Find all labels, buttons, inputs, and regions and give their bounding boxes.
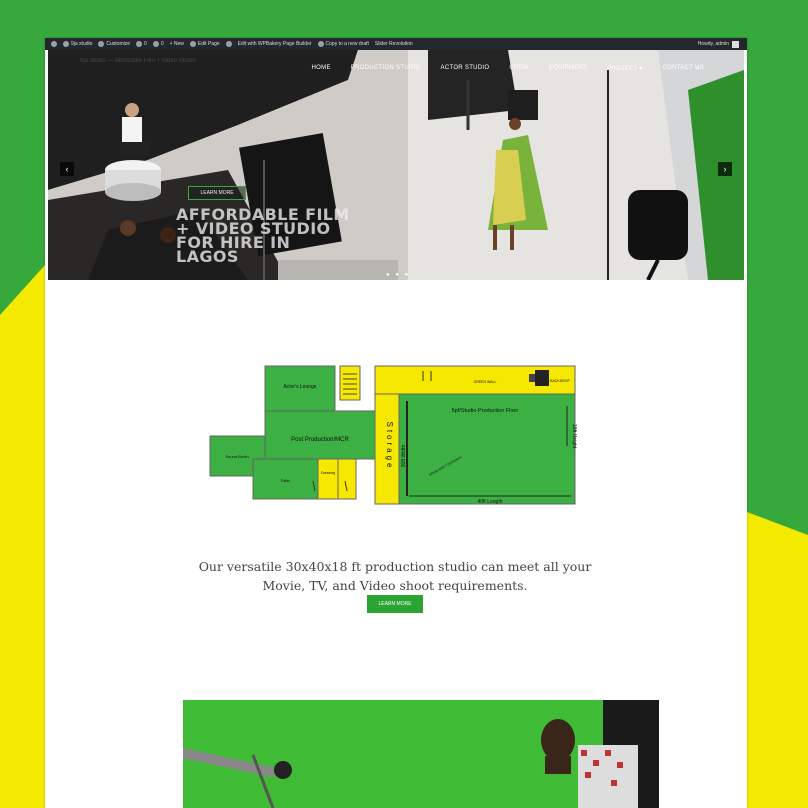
menu-item-home[interactable]: HOME (312, 65, 331, 72)
menu-item-equipment[interactable]: EQUIPMENT (549, 65, 587, 72)
admin-bar-new[interactable]: + New (170, 41, 184, 47)
hero-title: AFFORDABLE FILM + VIDEO STUDIO FOR HIRE … (176, 205, 350, 266)
admin-bar-customize[interactable]: Customize (98, 41, 130, 47)
chevron-left-icon: ‹ (65, 164, 69, 174)
brush-icon (98, 41, 105, 47)
admin-bar-edit-page[interactable]: Edit Page (189, 41, 220, 47)
avatar (732, 40, 739, 48)
floor-plan: Actor's Lounge Post Production/MCR Sound… (195, 346, 587, 516)
plan-label-length: 40ft Length (477, 499, 502, 505)
slider-dots[interactable]: ● ● ● (386, 272, 410, 278)
plan-label-lounge: Actor's Lounge (283, 384, 316, 390)
plan-label-storage: Storage (385, 421, 394, 470)
plan-label-dressing: Dressing (321, 471, 335, 475)
copy-icon (317, 41, 324, 47)
home-icon (63, 41, 69, 47)
plan-stairs (339, 365, 361, 401)
admin-bar-updates[interactable]: 0 (136, 41, 147, 47)
gear-icon (225, 41, 232, 47)
plan-label-green-wall: GREEN WALL (474, 380, 497, 384)
menu-item-actor-studio[interactable]: ACTOR STUDIO (441, 65, 490, 72)
search-icon[interactable]: ⌕ (696, 63, 700, 73)
browser-page: 9ja studio Customize 0 0 + New Edit Page… (45, 38, 747, 808)
admin-bar-wpbakery[interactable]: Edit with WPBakery Page Builder (238, 41, 312, 47)
admin-bar-copy-draft[interactable]: Copy to a new draft (317, 41, 369, 47)
refresh-icon (136, 41, 143, 47)
admin-bar-account[interactable]: Howdy, admin (698, 38, 739, 50)
menu-item-crew[interactable]: CREW (509, 65, 529, 72)
wp-logo-icon[interactable] (51, 41, 57, 47)
admin-bar-gear[interactable] (225, 41, 232, 47)
yellow-right-shape (747, 512, 808, 808)
chevron-right-icon: › (723, 164, 727, 174)
learn-more-button[interactable]: LEARN MORE (367, 595, 423, 613)
plan-label-toilet: Toilet (280, 478, 290, 483)
menu-item-project[interactable]: PROJECT ▾ (607, 65, 642, 72)
admin-bar-comments[interactable]: 0 (152, 41, 164, 47)
plan-label-sound-booth: Sound Booth (225, 454, 248, 459)
plan-dressing-1 (317, 458, 339, 500)
main-menu: HOME PRODUCTION STUDIO ACTOR STUDIO CREW… (312, 65, 704, 72)
green-screen-photo (183, 700, 659, 808)
comment-icon (152, 41, 159, 47)
plan-dressing-2 (337, 458, 357, 500)
plan-label-width: 30ft Width (401, 445, 407, 468)
plan-label-studio: 5pf/Studio Production Floor (452, 408, 519, 414)
hero-slider: 9ja studio — Affordable Film + Video Stu… (48, 50, 744, 280)
site-logo[interactable]: 9ja studio — Affordable Film + Video Stu… (80, 58, 196, 65)
pencil-icon (189, 41, 196, 47)
site-header: 9ja studio — Affordable Film + Video Stu… (48, 50, 744, 88)
hero-learn-more-button[interactable]: LEARN MORE (188, 186, 246, 200)
plan-label-post-production: Post Production/MCR (291, 437, 349, 443)
menu-item-production-studio[interactable]: PRODUCTION STUDIO (351, 65, 421, 72)
slider-next-arrow[interactable]: › (718, 162, 732, 176)
plan-label-backdrop: BACKDROP (550, 379, 570, 383)
admin-bar-site[interactable]: 9ja studio (63, 41, 92, 47)
studio-description: Our versatile 30x40x18 ft production stu… (198, 559, 592, 593)
slider-prev-arrow[interactable]: ‹ (60, 162, 74, 176)
plan-label-height: 18ft Height (571, 424, 577, 449)
yellow-left-shape (0, 265, 45, 808)
admin-bar-slider[interactable]: Slider Revolution (375, 41, 413, 47)
plan-post-production (264, 410, 376, 460)
wordpress-admin-bar: 9ja studio Customize 0 0 + New Edit Page… (45, 38, 747, 50)
